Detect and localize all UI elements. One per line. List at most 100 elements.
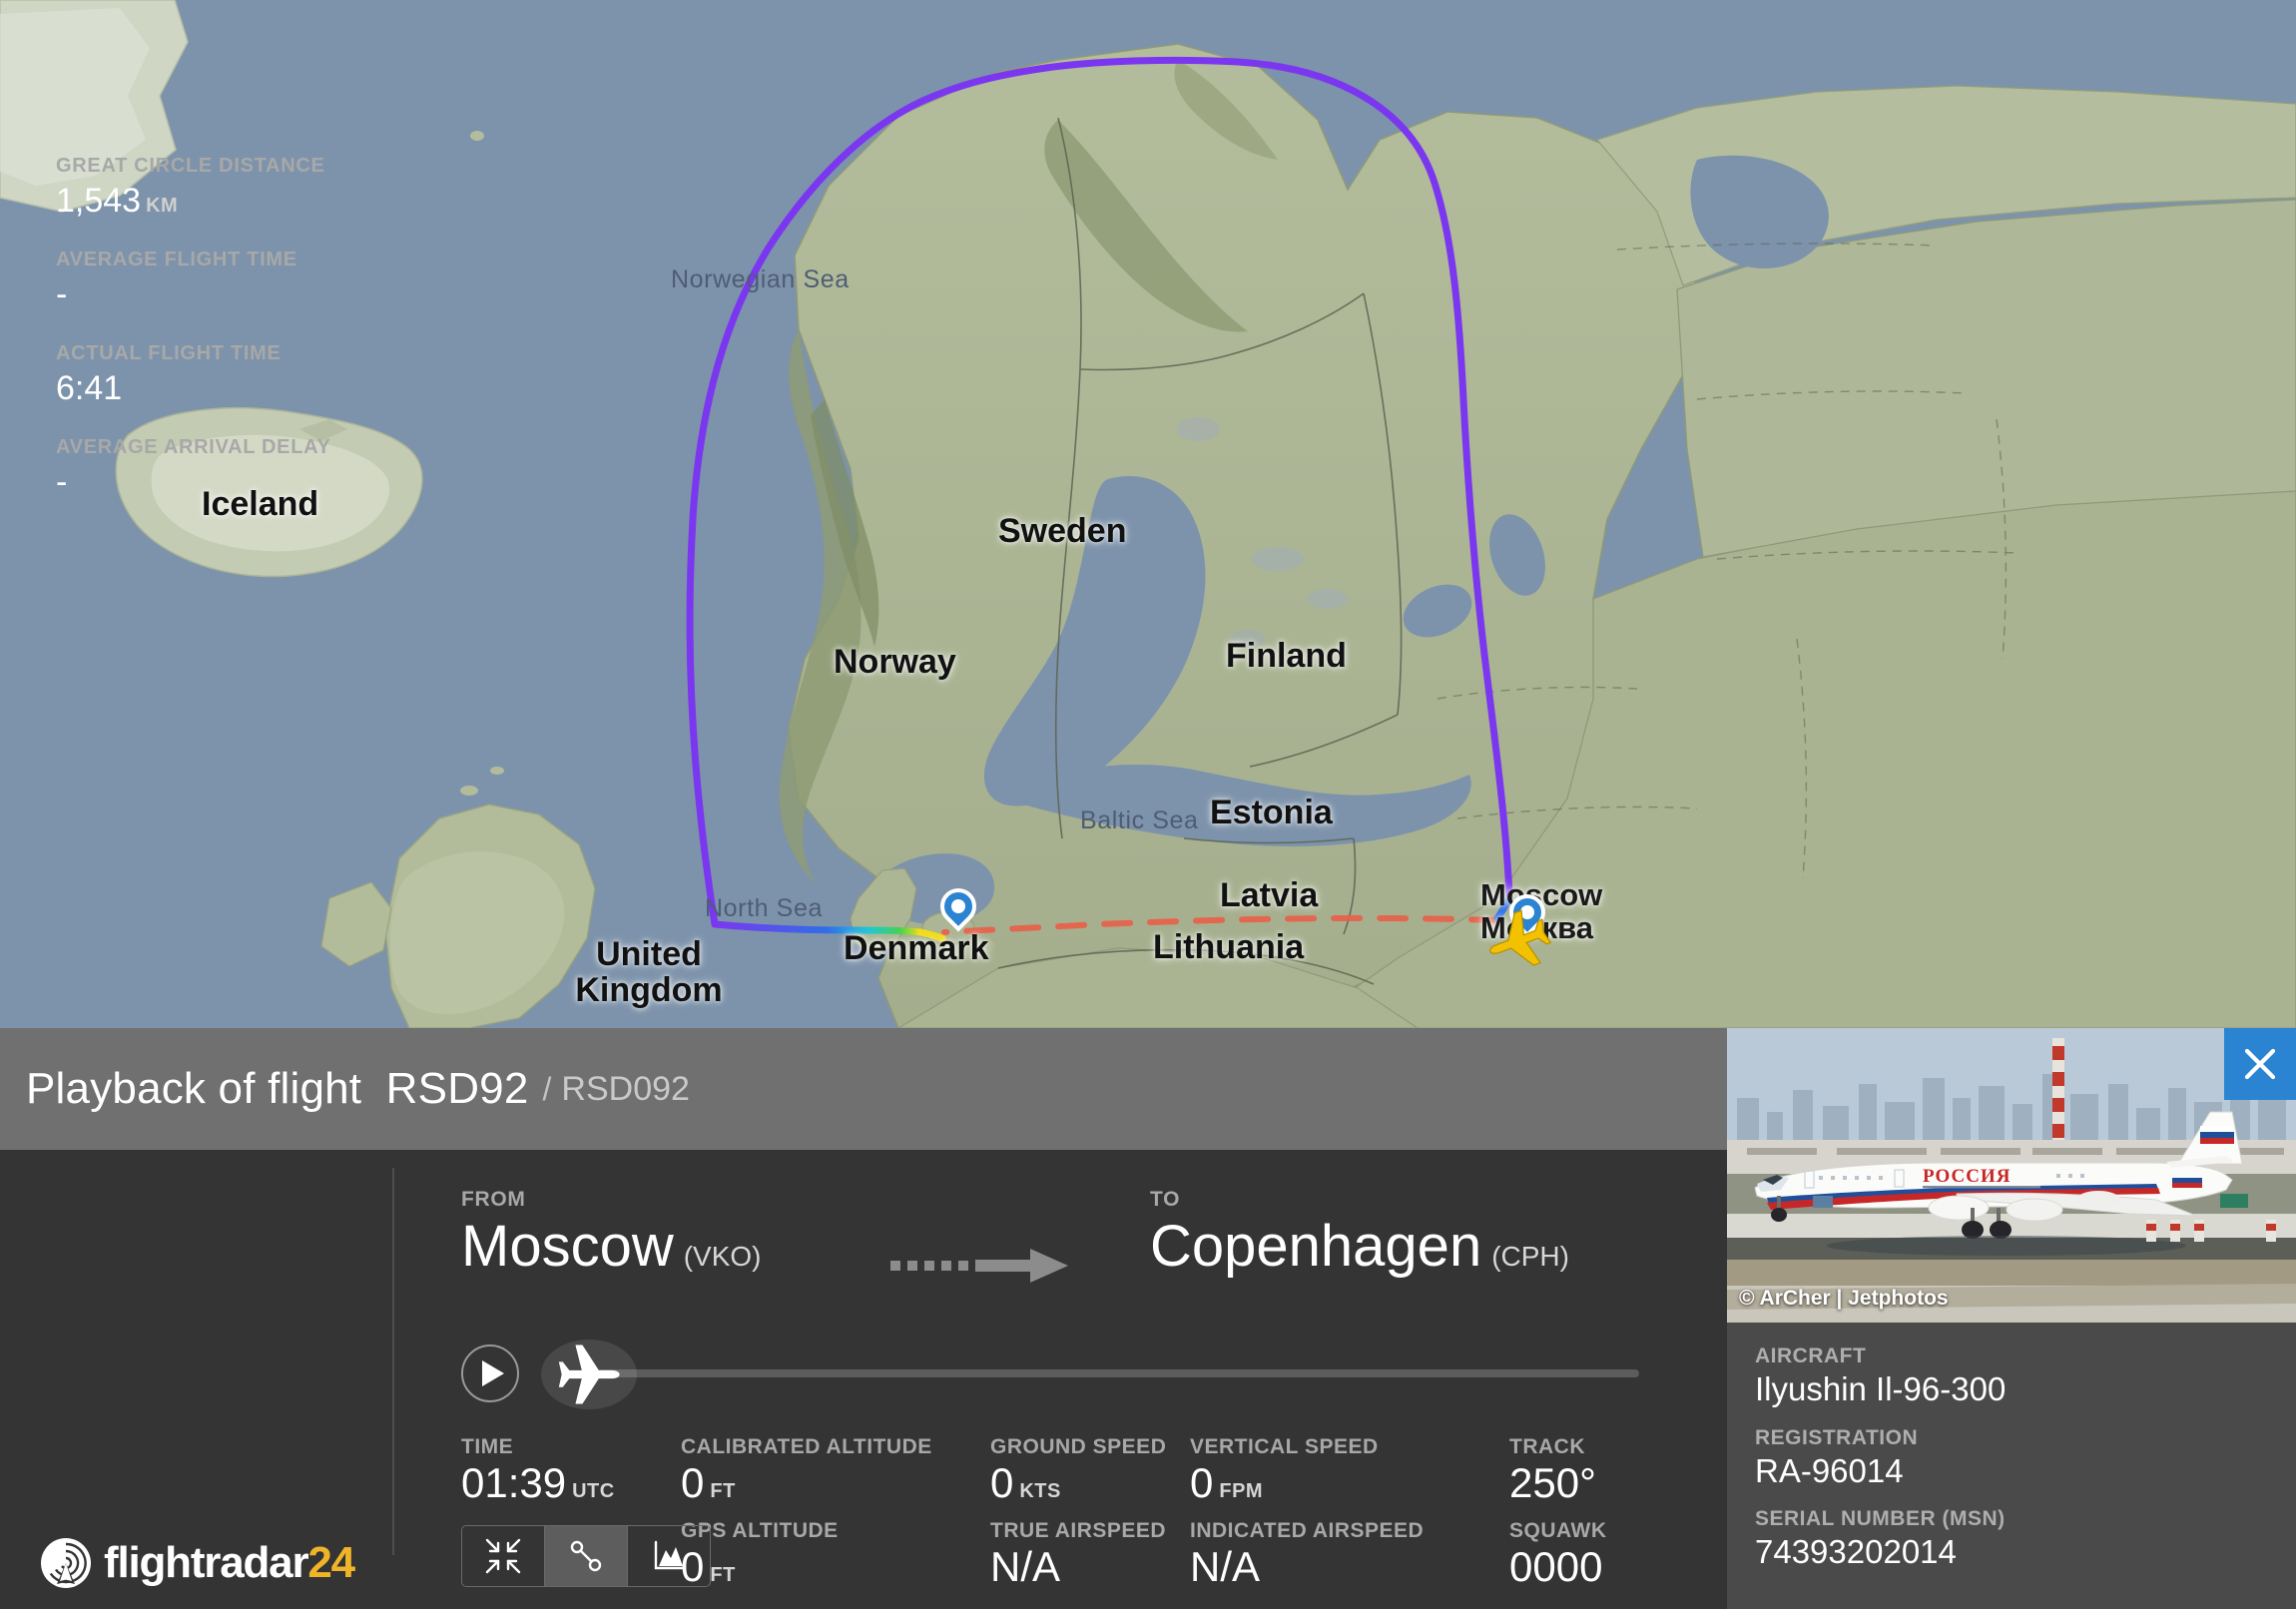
route-to-label: TO [1150,1188,1181,1211]
track-label: TRACK [1509,1435,1585,1458]
sea-label-baltic-sea: Baltic Sea [1080,806,1199,834]
stat-great-circle-distance: GREAT CIRCLE DISTANCE 1,543 KM [56,155,385,221]
stat-number: 1,543 [56,182,142,220]
time-unit: UTC [572,1480,615,1502]
country-label-sweden: Sweden [998,512,1127,550]
squawk-label: SQUAWK [1509,1519,1607,1543]
country-label-estonia: Estonia [1210,794,1333,831]
route-from-city: Moscow (VKO) [461,1218,762,1276]
slider-handle-airplane-icon[interactable] [541,1340,637,1409]
telemetry-time: TIME 01:39 UTC [461,1435,615,1507]
panel-divider [392,1168,394,1555]
stat-value: 6:41 [56,369,123,408]
aircraft-registration-row: REGISTRATION RA-96014 [1755,1426,2268,1491]
true-airspeed-value: N/A [990,1543,1061,1591]
playback-slider[interactable] [541,1326,1639,1421]
play-button[interactable] [461,1344,519,1402]
country-label-norway: Norway [834,643,956,681]
close-button[interactable] [2224,1028,2296,1100]
telemetry-vertical-speed: VERTICAL SPEED 0 FPM INDICATED AIRSPEED N… [1190,1435,1424,1592]
stat-value: 1,543 KM [56,181,385,221]
route-section: FROM Moscow (VKO) TO Copenhagen (CPH) [461,1188,1659,1308]
route-path-button[interactable] [545,1526,628,1586]
brand-name: flightradar [104,1538,309,1587]
flightradar24-logo[interactable]: flightradar24 [40,1537,355,1589]
photo-credit: © ArCher | Jetphotos [1739,1287,1949,1310]
country-label-united-kingdom: United Kingdom [575,935,723,1009]
telemetry-altitude: CALIBRATED ALTITUDE 0 FT GPS ALTITUDE 0 FT [681,1435,932,1592]
gps-altitude-value: 0 FT [681,1543,932,1591]
page-title: Playback of flight RSD92 [26,1064,529,1114]
destination-airport-code: (CPH) [1491,1241,1569,1272]
destination-pin-copenhagen[interactable] [932,880,984,936]
map-view-toggle-group [461,1525,711,1587]
page-title-flight: RSD92 [385,1064,529,1113]
country-label-denmark: Denmark [844,929,989,967]
country-label-latvia: Latvia [1220,876,1319,914]
aircraft-type-row: AIRCRAFT Ilyushin Il-96-300 [1755,1344,2268,1409]
playback-controls [461,1326,1639,1421]
brand-text: flightradar24 [104,1538,355,1588]
aircraft-msn-label: SERIAL NUMBER (MSN) [1755,1507,2006,1531]
indicated-airspeed-label: INDICATED AIRSPEED [1190,1519,1425,1543]
stat-average-arrival-delay: AVERAGE ARRIVAL DELAY - [56,436,385,502]
country-label-lithuania: Lithuania [1153,928,1305,966]
destination-city-name: Copenhagen [1150,1214,1482,1279]
stat-unit: KM [146,195,179,217]
route-origin[interactable]: FROM Moscow (VKO) [461,1188,762,1276]
brand-suffix: 24 [307,1538,355,1587]
calibrated-altitude-unit: FT [710,1480,736,1502]
altitude-chart-button[interactable] [628,1526,710,1586]
calibrated-altitude-label: CALIBRATED ALTITUDE [681,1435,932,1458]
stat-label: ACTUAL FLIGHT TIME [56,342,282,365]
vertical-speed-unit: FPM [1219,1480,1264,1502]
route-direction-arrow-icon [890,1246,1090,1291]
stat-value: - [56,463,68,502]
aircraft-detail-list: AIRCRAFT Ilyushin Il-96-300 REGISTRATION… [1727,1323,2296,1572]
fit-to-screen-icon [485,1538,521,1574]
flight-callsign: RSD092 [561,1069,690,1108]
stat-label: AVERAGE FLIGHT TIME [56,249,297,271]
pin-dot [951,899,965,913]
aircraft-photo: РОССИЯ © ArCher | Jetphotos [1727,1028,2296,1323]
telemetry-ground-speed: GROUND SPEED 0 KTS TRUE AIRSPEED N/A [990,1435,1166,1592]
indicated-airspeed-value: N/A [1190,1543,1261,1591]
play-icon [482,1360,504,1386]
sea-label-north-sea: North Sea [705,894,823,922]
time-label: TIME [461,1435,514,1458]
airplane-icon [558,1344,620,1404]
track-value: 250° [1509,1459,1596,1506]
aircraft-type-value: Ilyushin Il-96-300 [1755,1370,2007,1407]
stat-label: GREAT CIRCLE DISTANCE [56,155,325,177]
close-icon [2244,1048,2276,1080]
gps-altitude-unit: FT [710,1564,736,1587]
telemetry-track: TRACK 250° SQUAWK 0000 [1509,1435,1607,1592]
stat-value: - [56,275,68,314]
stat-actual-flight-time: ACTUAL FLIGHT TIME 6:41 [56,342,385,408]
stat-average-flight-time: AVERAGE FLIGHT TIME - [56,249,385,314]
route-to-city: Copenhagen (CPH) [1150,1218,1569,1276]
route-from-label: FROM [461,1188,526,1211]
aircraft-info-panel: РОССИЯ © ArCher | Jetphotos AIRCRAFT Ily… [1727,1028,2296,1609]
origin-city-name: Moscow [461,1214,674,1279]
route-path-icon [570,1540,602,1572]
calibrated-altitude-number: 0 [681,1459,705,1506]
svg-text:РОССИЯ: РОССИЯ [1923,1166,2010,1187]
flight-stats-column: GREAT CIRCLE DISTANCE 1,543 KM AVERAGE FL… [56,155,385,530]
aircraft-registration-label: REGISTRATION [1755,1425,1919,1449]
route-destination[interactable]: TO Copenhagen (CPH) [1150,1188,1569,1276]
squawk-value: 0000 [1509,1543,1603,1591]
calibrated-altitude-value: 0 FT [681,1459,932,1507]
time-number: 01:39 [461,1459,567,1506]
ground-speed-unit: KTS [1019,1480,1061,1502]
slider-track[interactable] [597,1369,1639,1377]
sea-label-norwegian-sea: Norwegian Sea [671,266,850,293]
aircraft-msn-value: 74393202014 [1755,1533,1957,1571]
title-separator: / [542,1070,552,1107]
ground-speed-label: GROUND SPEED [990,1435,1167,1458]
aircraft-msn-row: SERIAL NUMBER (MSN) 74393202014 [1755,1507,2268,1572]
origin-airport-code: (VKO) [683,1241,762,1272]
time-value: 01:39 UTC [461,1459,615,1507]
fit-to-screen-button[interactable] [462,1526,545,1586]
vertical-speed-label: VERTICAL SPEED [1190,1435,1379,1458]
